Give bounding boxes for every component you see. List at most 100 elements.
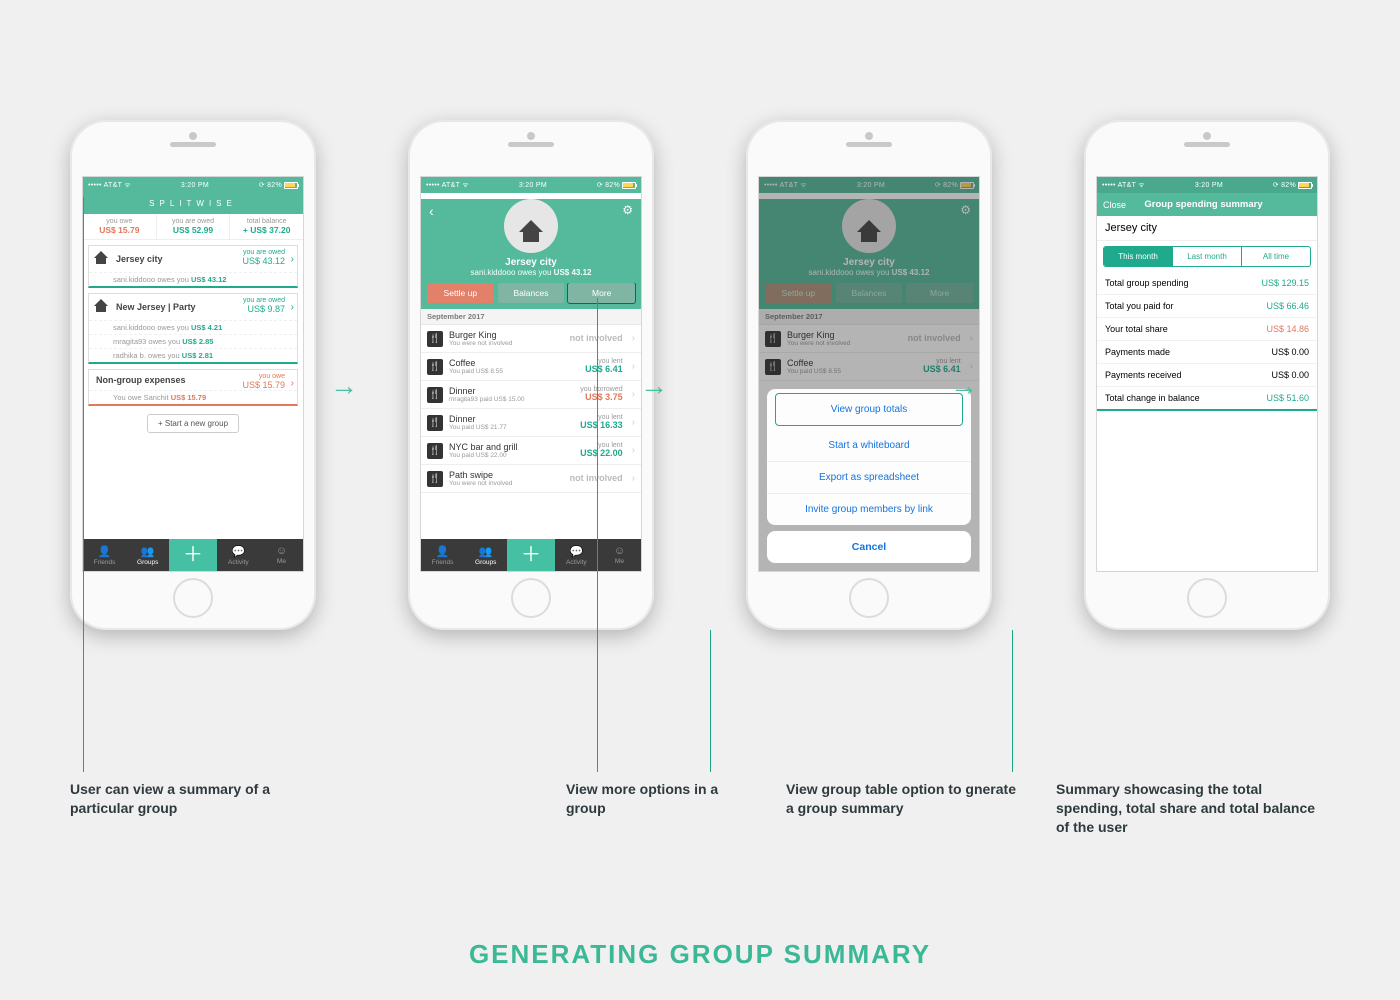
home-button[interactable] bbox=[1187, 578, 1227, 618]
callout-line bbox=[83, 197, 84, 772]
page-title: Group spending summary bbox=[1096, 199, 1311, 210]
summary-row: Payments madeUS$ 0.00 bbox=[1097, 341, 1317, 364]
status-bar: ••••• AT&T ᯤ 3:20 PM ⟳ 82% bbox=[421, 177, 641, 193]
time-label: 3:20 PM bbox=[181, 182, 209, 189]
action-row: Settle up Balances More bbox=[421, 283, 641, 309]
group-card-jersey-city[interactable]: Jersey city you are owedUS$ 43.12 › sani… bbox=[88, 245, 298, 288]
group-name-label: Jersey city bbox=[1097, 216, 1317, 241]
flow-arrow-icon bbox=[950, 370, 978, 402]
balances-button[interactable]: Balances bbox=[498, 283, 565, 303]
home-button[interactable] bbox=[849, 578, 889, 618]
phone-group-detail: ••••• AT&T ᯤ 3:20 PM ⟳ 82% ‹ ⚙ Jersey ci… bbox=[408, 120, 654, 630]
non-group-expenses-card[interactable]: Non-group expenses you oweUS$ 15.79 › Yo… bbox=[88, 369, 298, 406]
flow-arrow-icon bbox=[330, 370, 358, 402]
expense-row[interactable]: 🍴 Dinnermragita93 paid US$ 15.00 you bor… bbox=[421, 381, 641, 409]
summary-row: Total change in balanceUS$ 51.60 bbox=[1097, 387, 1317, 411]
fork-knife-icon: 🍴 bbox=[427, 471, 443, 487]
captions-row: User can view a summary of a particular … bbox=[0, 780, 1400, 837]
fork-knife-icon: 🍴 bbox=[427, 443, 443, 459]
callout-line bbox=[710, 630, 711, 772]
group-name: Non-group expenses bbox=[96, 375, 186, 385]
summary-row: Payments receivedUS$ 0.00 bbox=[1097, 364, 1317, 387]
total-balance-cell[interactable]: total balance+ US$ 37.20 bbox=[230, 214, 303, 239]
tab-activity[interactable]: 💬Activity bbox=[555, 539, 598, 571]
home-button[interactable] bbox=[173, 578, 213, 618]
settle-up-button[interactable]: Settle up bbox=[427, 283, 494, 303]
balance-line: mragita93 owes you US$ 2.85 bbox=[89, 334, 297, 348]
battery-icon bbox=[284, 182, 298, 189]
callout-line bbox=[597, 298, 598, 772]
chevron-right-icon: › bbox=[632, 389, 635, 400]
phone-groups-list: ••••• AT&T ᯤ 3:20 PM ⟳ 82% SPLITWISE you… bbox=[70, 120, 316, 630]
home-button[interactable] bbox=[511, 578, 551, 618]
person-icon: 👤 bbox=[98, 545, 112, 558]
tab-friends[interactable]: 👤Friends bbox=[421, 539, 464, 571]
battery-icon bbox=[622, 182, 636, 189]
tab-activity[interactable]: 💬Activity bbox=[217, 539, 260, 571]
expense-row[interactable]: 🍴 Burger KingYou were not involved not i… bbox=[421, 325, 641, 353]
chevron-right-icon: › bbox=[291, 378, 294, 389]
summary-row: Total you paid forUS$ 66.46 bbox=[1097, 295, 1317, 318]
tab-me[interactable]: ☺Me bbox=[598, 539, 641, 571]
chevron-right-icon: › bbox=[632, 445, 635, 456]
chevron-right-icon: › bbox=[632, 473, 635, 484]
speech-icon: 💬 bbox=[231, 545, 245, 558]
group-avatar bbox=[504, 199, 558, 253]
you-owe-cell[interactable]: you oweUS$ 15.79 bbox=[83, 214, 157, 239]
balance-line: radhika b. owes you US$ 2.81 bbox=[89, 348, 297, 362]
carrier-label: ••••• AT&T ᯤ bbox=[88, 181, 131, 190]
gear-icon[interactable]: ⚙ bbox=[622, 203, 633, 217]
chevron-right-icon: › bbox=[291, 254, 294, 265]
tab-groups[interactable]: 👥Groups bbox=[464, 539, 507, 571]
tab-friends[interactable]: 👤Friends bbox=[83, 539, 126, 571]
add-expense-button[interactable]: ＋ bbox=[169, 539, 216, 571]
summary-row: Total group spendingUS$ 129.15 bbox=[1097, 272, 1317, 295]
segment-all-time[interactable]: All time bbox=[1242, 247, 1310, 266]
expense-row[interactable]: 🍴 Path swipeYou were not involved not in… bbox=[421, 465, 641, 493]
tab-bar: 👤Friends 👥Groups ＋ 💬Activity ☺Me bbox=[421, 539, 641, 571]
status-bar: ••••• AT&T ᯤ3:20 PM ⟳ 82% bbox=[1097, 177, 1317, 193]
expense-row[interactable]: 🍴 DinnerYou paid US$ 21.77 you lentUS$ 1… bbox=[421, 409, 641, 437]
fork-knife-icon: 🍴 bbox=[427, 331, 443, 347]
expense-row[interactable]: 🍴 CoffeeYou paid US$ 8.55 you lentUS$ 6.… bbox=[421, 353, 641, 381]
group-card-new-jersey-party[interactable]: New Jersey | Party you are owedUS$ 9.87 … bbox=[88, 293, 298, 364]
expense-row[interactable]: 🍴 NYC bar and grillYou paid US$ 22.00 yo… bbox=[421, 437, 641, 465]
phone-spending-summary: ••••• AT&T ᯤ3:20 PM ⟳ 82% Close Group sp… bbox=[1084, 120, 1330, 630]
sheet-option-start-whiteboard[interactable]: Start a whiteboard bbox=[767, 430, 971, 462]
sheet-cancel-button[interactable]: Cancel bbox=[767, 531, 971, 563]
fork-knife-icon: 🍴 bbox=[427, 415, 443, 431]
home-icon bbox=[94, 299, 110, 315]
app-title: SPLITWISE bbox=[83, 193, 303, 214]
fork-knife-icon: 🍴 bbox=[427, 387, 443, 403]
chevron-right-icon: › bbox=[291, 302, 294, 313]
tab-groups[interactable]: 👥Groups bbox=[126, 539, 169, 571]
callout-line bbox=[1012, 630, 1013, 772]
tab-bar: 👤Friends 👥Groups ＋ 💬Activity ☺Me bbox=[83, 539, 303, 571]
sheet-option-export-spreadsheet[interactable]: Export as spreadsheet bbox=[767, 462, 971, 494]
sheet-option-view-group-totals[interactable]: View group totals bbox=[775, 393, 963, 426]
more-button[interactable]: More bbox=[568, 283, 635, 303]
fork-knife-icon: 🍴 bbox=[427, 359, 443, 375]
caption: Summary showcasing the total spending, t… bbox=[1056, 780, 1316, 837]
smile-icon: ☺ bbox=[276, 545, 287, 557]
group-title: Jersey city bbox=[421, 257, 641, 268]
back-button[interactable]: ‹ bbox=[429, 203, 434, 219]
add-expense-button[interactable]: ＋ bbox=[507, 539, 554, 571]
chevron-right-icon: › bbox=[632, 417, 635, 428]
action-sheet: View group totals Start a whiteboard Exp… bbox=[767, 389, 971, 563]
people-icon: 👥 bbox=[141, 545, 155, 558]
home-icon bbox=[94, 251, 110, 267]
sheet-option-invite-link[interactable]: Invite group members by link bbox=[767, 494, 971, 525]
segment-last-month[interactable]: Last month bbox=[1173, 247, 1242, 266]
group-name: Jersey city bbox=[116, 254, 163, 264]
group-name: New Jersey | Party bbox=[116, 302, 196, 312]
status-bar: ••••• AT&T ᯤ 3:20 PM ⟳ 82% bbox=[83, 177, 303, 193]
summary-row: Your total shareUS$ 14.86 bbox=[1097, 318, 1317, 341]
start-new-group-button[interactable]: + Start a new group bbox=[147, 414, 239, 433]
you-are-owed-cell[interactable]: you are owedUS$ 52.99 bbox=[157, 214, 231, 239]
flow-arrow-icon bbox=[640, 370, 668, 402]
segment-this-month[interactable]: This month bbox=[1104, 247, 1173, 266]
section-title: GENERATING GROUP SUMMARY bbox=[0, 939, 1400, 970]
chevron-right-icon: › bbox=[632, 333, 635, 344]
tab-me[interactable]: ☺Me bbox=[260, 539, 303, 571]
